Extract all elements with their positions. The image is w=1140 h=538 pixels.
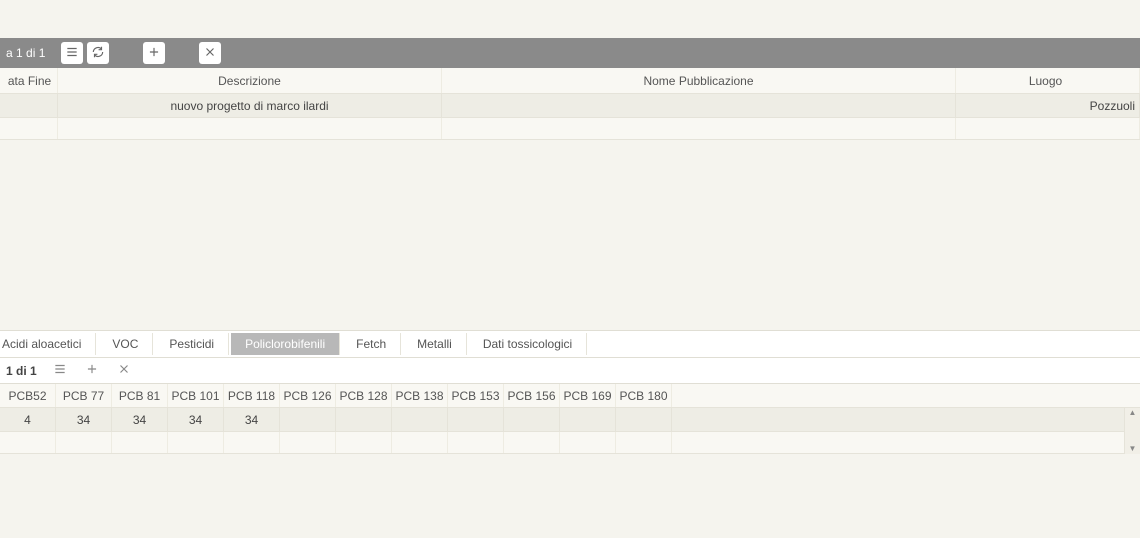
- list-button[interactable]: [61, 42, 83, 64]
- tab-policlorobifenili[interactable]: Policlorobifenili: [231, 333, 340, 355]
- header-pcb77[interactable]: PCB 77: [56, 384, 112, 407]
- lower-list-button[interactable]: [51, 362, 69, 380]
- cell-pcb77: 34: [56, 408, 112, 431]
- header-pcb118[interactable]: PCB 118: [224, 384, 280, 407]
- refresh-icon: [91, 45, 105, 62]
- middle-blank-area: [0, 140, 1140, 330]
- cell-pcb138: [392, 408, 448, 431]
- lower-table-row[interactable]: 4 34 34 34 34: [0, 408, 1140, 432]
- scroll-down-icon[interactable]: ▼: [1129, 444, 1137, 454]
- cell-pcb81: 34: [112, 408, 168, 431]
- cell-pcb128: [336, 408, 392, 431]
- cell-luogo: Pozzuoli: [956, 94, 1140, 117]
- tab-dati-tossicologici[interactable]: Dati tossicologici: [469, 333, 587, 355]
- lower-export-excel-button[interactable]: [115, 362, 133, 380]
- header-luogo[interactable]: Luogo: [956, 68, 1140, 93]
- refresh-button[interactable]: [87, 42, 109, 64]
- scroll-up-icon[interactable]: ▲: [1129, 408, 1137, 418]
- tab-fetch[interactable]: Fetch: [342, 333, 401, 355]
- lower-toolbar: 1 di 1: [0, 358, 1140, 384]
- lower-add-button[interactable]: [83, 362, 101, 380]
- header-pcb81[interactable]: PCB 81: [112, 384, 168, 407]
- bottom-blank-area: [0, 454, 1140, 494]
- header-data-fine[interactable]: ata Fine: [0, 68, 58, 93]
- tab-pesticidi[interactable]: Pesticidi: [155, 333, 229, 355]
- cell-pcb52: 4: [0, 408, 56, 431]
- cell-pcb180: [616, 408, 672, 431]
- add-button[interactable]: [143, 42, 165, 64]
- upper-table-row[interactable]: nuovo progetto di marco ilardi Pozzuoli: [0, 94, 1140, 118]
- tab-metalli[interactable]: Metalli: [403, 333, 467, 355]
- cell-pcb126: [280, 408, 336, 431]
- lower-table-blank-row: [0, 432, 1140, 454]
- plus-icon: [147, 45, 161, 62]
- upper-toolbar-group-1: [61, 42, 109, 64]
- tabs-bar: Acidi aloacetici VOC Pesticidi Policloro…: [0, 330, 1140, 358]
- upper-table-blank-row: [0, 118, 1140, 140]
- cell-nome-pubblicazione: [442, 94, 956, 117]
- header-pcb126[interactable]: PCB 126: [280, 384, 336, 407]
- upper-pager-text: a 1 di 1: [6, 46, 45, 60]
- cell-data-fine: [0, 94, 58, 117]
- header-pcb180[interactable]: PCB 180: [616, 384, 672, 407]
- upper-toolbar: a 1 di 1: [0, 38, 1140, 68]
- list-icon: [65, 45, 79, 62]
- plus-icon: [85, 362, 99, 379]
- cell-pcb169: [560, 408, 616, 431]
- cell-pcb118: 34: [224, 408, 280, 431]
- upper-table-header: ata Fine Descrizione Nome Pubblicazione …: [0, 68, 1140, 94]
- cell-descrizione: nuovo progetto di marco ilardi: [58, 94, 442, 117]
- lower-table: PCB52 PCB 77 PCB 81 PCB 101 PCB 118 PCB …: [0, 384, 1140, 454]
- header-pcb153[interactable]: PCB 153: [448, 384, 504, 407]
- header-nome-pubblicazione[interactable]: Nome Pubblicazione: [442, 68, 956, 93]
- lower-table-scrollbar[interactable]: ▲ ▼: [1124, 408, 1140, 454]
- header-pcb128[interactable]: PCB 128: [336, 384, 392, 407]
- excel-icon: [117, 362, 131, 379]
- header-descrizione[interactable]: Descrizione: [58, 68, 442, 93]
- header-pcb52[interactable]: PCB52: [0, 384, 56, 407]
- header-pcb138[interactable]: PCB 138: [392, 384, 448, 407]
- header-pcb169[interactable]: PCB 169: [560, 384, 616, 407]
- tab-acidi-aloacetici[interactable]: Acidi aloacetici: [2, 333, 96, 355]
- lower-pager-text: 1 di 1: [6, 364, 37, 378]
- export-excel-button[interactable]: [199, 42, 221, 64]
- list-icon: [53, 362, 67, 379]
- header-pcb156[interactable]: PCB 156: [504, 384, 560, 407]
- cell-pcb101: 34: [168, 408, 224, 431]
- cell-pcb156: [504, 408, 560, 431]
- cell-pcb153: [448, 408, 504, 431]
- lower-table-header: PCB52 PCB 77 PCB 81 PCB 101 PCB 118 PCB …: [0, 384, 1140, 408]
- tab-voc[interactable]: VOC: [98, 333, 153, 355]
- excel-icon: [203, 45, 217, 62]
- header-pcb101[interactable]: PCB 101: [168, 384, 224, 407]
